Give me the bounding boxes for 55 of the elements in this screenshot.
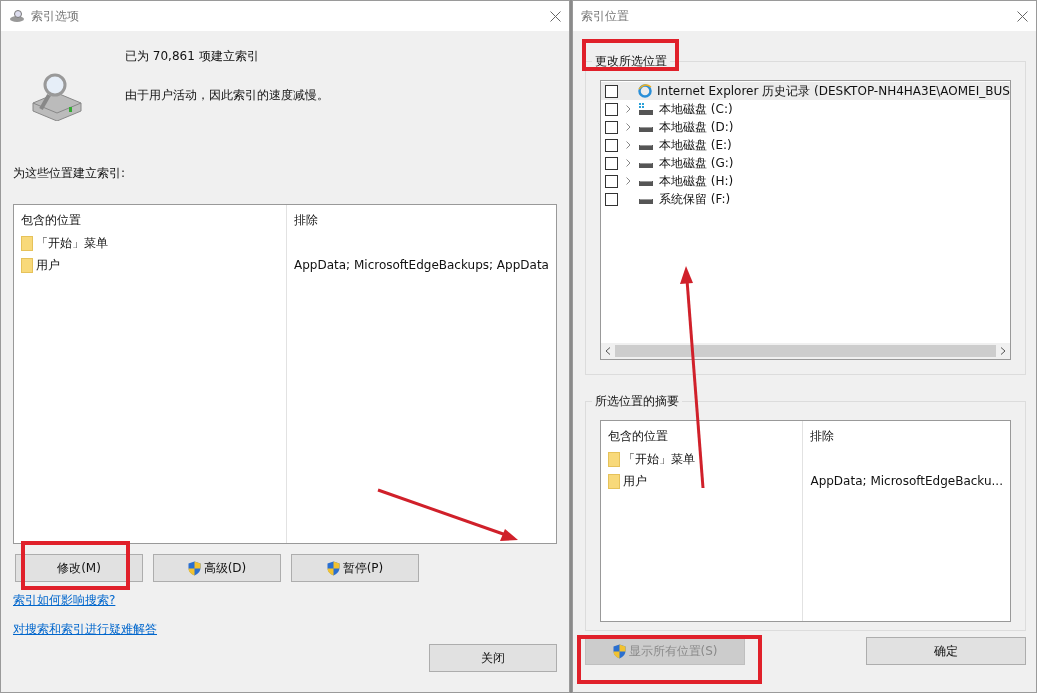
location-cell: 「开始」菜单 [36, 234, 108, 252]
location-cell: 「开始」菜单 [623, 450, 695, 468]
location-cell: 用户 [623, 472, 647, 490]
tree-item[interactable]: 本地磁盘 (D:) [659, 118, 734, 136]
section-label: 为这些位置建立索引: [13, 165, 127, 182]
column-header[interactable]: 包含的位置 [608, 426, 796, 446]
folder-icon [21, 235, 33, 251]
column-header[interactable]: 排除 [294, 210, 549, 230]
help-link[interactable]: 索引如何影响搜索? [13, 592, 116, 609]
status-text: 由于用户活动，因此索引的速度减慢。 [125, 87, 329, 104]
folder-icon [21, 257, 33, 273]
checkbox[interactable] [605, 192, 618, 206]
chevron-icon[interactable] [625, 141, 631, 149]
dialog-button[interactable]: 确定 [866, 637, 1026, 665]
close-icon[interactable] [550, 10, 561, 22]
folder-icon [608, 451, 620, 467]
scroll-right-icon[interactable] [1000, 347, 1006, 355]
horizontal-scrollbar[interactable] [601, 343, 1010, 359]
tree-item[interactable]: 系统保留 (F:) [659, 190, 731, 208]
shield-icon [187, 560, 201, 576]
exclude-cell: AppData; MicrosoftEdgeBackups; AppData [294, 258, 549, 272]
checkbox[interactable] [605, 174, 618, 188]
checkbox[interactable] [605, 120, 618, 134]
shield-icon [326, 560, 340, 576]
group-label: 所选位置的摘要 [592, 393, 682, 410]
drive-icon [638, 103, 654, 115]
window-title: 索引位置 [581, 7, 629, 25]
column-header[interactable]: 包含的位置 [21, 210, 279, 230]
help-link[interactable]: 对搜索和索引进行疑难解答 [13, 621, 157, 638]
chevron-icon[interactable] [625, 159, 631, 167]
tree-item[interactable]: 本地磁盘 (E:) [659, 136, 732, 154]
shield-icon [612, 643, 626, 659]
tree-item[interactable]: 本地磁盘 (C:) [659, 100, 733, 118]
window-title: 索引选项 [31, 7, 79, 25]
chevron-icon[interactable] [625, 123, 631, 131]
dialog-button[interactable]: 修改(M) [15, 554, 143, 582]
checkbox[interactable] [605, 102, 618, 116]
browser-icon [638, 84, 652, 98]
column-header[interactable]: 排除 [810, 426, 1003, 446]
chevron-icon[interactable] [625, 105, 631, 113]
close-dialog-button[interactable]: 关闭 [429, 644, 557, 672]
tree-item[interactable]: 本地磁盘 (G:) [659, 154, 734, 172]
location-cell: 用户 [36, 256, 60, 274]
scroll-left-icon[interactable] [605, 347, 611, 355]
close-icon[interactable] [1017, 10, 1028, 22]
chevron-icon[interactable] [625, 177, 631, 185]
tree-item[interactable]: 本地磁盘 (H:) [659, 172, 734, 190]
checkbox[interactable] [605, 138, 618, 152]
checkbox[interactable] [605, 156, 618, 170]
checkbox[interactable] [605, 84, 618, 98]
dialog-button[interactable]: 高级(D) [153, 554, 281, 582]
index-count-text: 已为 70,861 项建立索引 [125, 48, 260, 65]
exclude-cell: AppData; MicrosoftEdgeBacku... [810, 474, 1003, 488]
dialog-button[interactable]: 暂停(P) [291, 554, 419, 582]
folder-icon [608, 473, 620, 489]
